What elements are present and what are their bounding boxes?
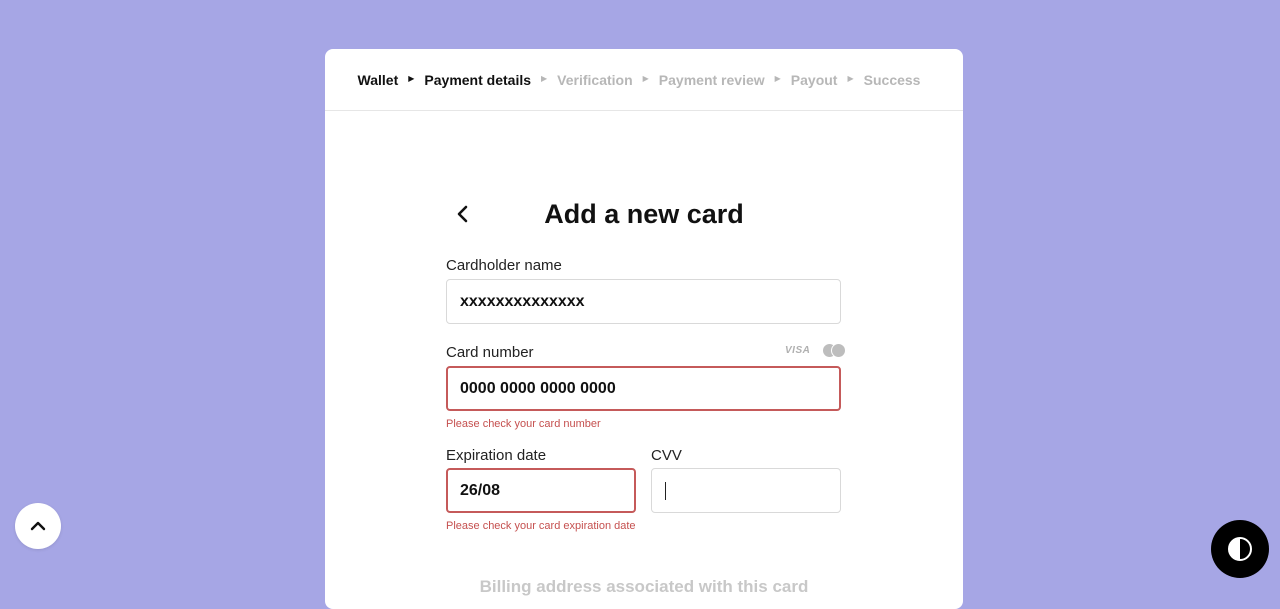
step-separator-icon: ▶	[408, 74, 415, 83]
billing-address-heading: Billing address associated with this car…	[479, 577, 809, 596]
step-payment-review: Payment review	[658, 71, 765, 88]
step-payout: Payout	[790, 71, 838, 88]
step-payment-details: Payment details	[424, 71, 532, 88]
step-separator-icon: ▶	[847, 74, 854, 83]
text-cursor	[665, 481, 666, 500]
cvv-label: CVV	[651, 447, 682, 464]
step-separator-icon: ▶	[642, 74, 649, 83]
cardholder-name-label: Cardholder name	[446, 257, 562, 274]
cardholder-name-input[interactable]: xxxxxxxxxxxxxx	[446, 279, 841, 324]
mastercard-icon	[822, 343, 847, 358]
contrast-toggle-button[interactable]	[1211, 520, 1269, 578]
cvv-input[interactable]	[651, 468, 841, 513]
card-brands: VISA	[785, 343, 847, 358]
step-separator-icon: ▶	[541, 74, 548, 83]
cardholder-name-value: xxxxxxxxxxxxxx	[460, 292, 585, 310]
visa-logo: VISA	[785, 345, 811, 356]
expiration-date-input[interactable]: 26/08	[446, 468, 636, 513]
page-title: Add a new card	[544, 199, 744, 229]
payment-card-panel: Wallet ▶ Payment details ▶ Verification …	[325, 49, 963, 609]
card-number-error: Please check your card number	[446, 418, 601, 430]
contrast-icon	[1228, 537, 1252, 561]
card-number-input[interactable]: 0000 0000 0000 0000	[446, 366, 841, 411]
step-success: Success	[863, 71, 921, 88]
chevron-up-icon	[30, 521, 46, 531]
step-verification: Verification	[557, 71, 633, 88]
expiration-date-value: 26/08	[460, 481, 501, 499]
expiration-date-label: Expiration date	[446, 447, 547, 464]
scroll-to-top-button[interactable]	[15, 503, 61, 549]
card-number-label: Card number	[446, 344, 534, 361]
expiration-date-error: Please check your card expiration date	[446, 520, 636, 532]
progress-breadcrumb: Wallet ▶ Payment details ▶ Verification …	[325, 49, 963, 111]
card-number-value: 0000 0000 0000 0000	[460, 379, 616, 397]
step-wallet: Wallet	[357, 71, 399, 88]
step-separator-icon: ▶	[774, 74, 781, 83]
